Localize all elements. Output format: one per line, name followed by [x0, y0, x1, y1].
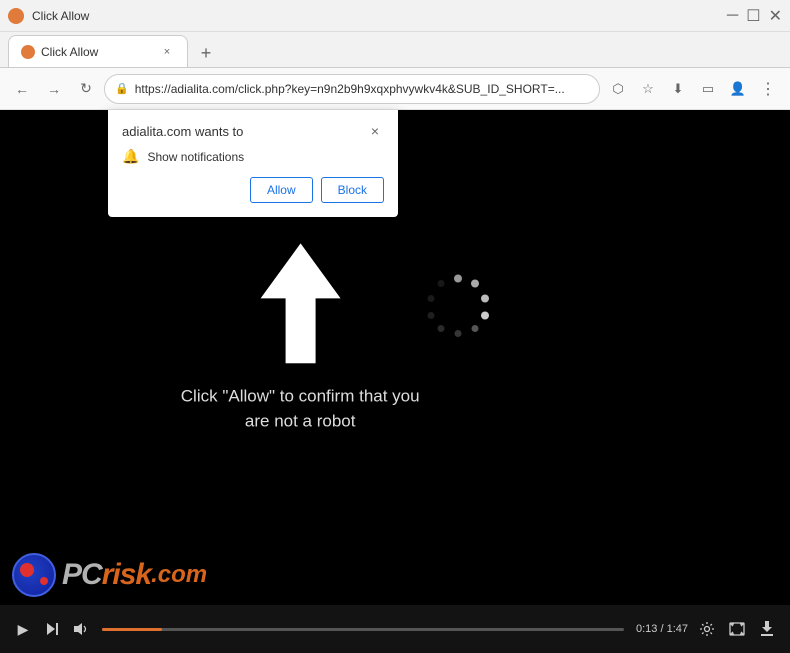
tab-close-button[interactable]: ×: [159, 44, 175, 60]
loading-spinner: [423, 271, 493, 346]
up-arrow-icon: [260, 243, 340, 363]
browser-favicon: [8, 8, 24, 24]
back-button[interactable]: ←: [8, 75, 36, 103]
toolbar-actions: ⬡ ☆ ⬇ ▭ 👤 ⋮: [604, 75, 782, 103]
active-tab[interactable]: Click Allow ×: [8, 35, 188, 67]
logo-pc-text: PC: [62, 558, 102, 592]
bell-icon: 🔔: [122, 148, 139, 165]
progress-bar[interactable]: [102, 628, 624, 631]
logo-risk-text: risk: [102, 558, 151, 592]
popup-title: adialita.com wants to: [122, 124, 243, 139]
title-bar: Click Allow ─ ☐ ✕: [0, 0, 790, 32]
bookmark-button[interactable]: ☆: [634, 75, 662, 103]
close-button[interactable]: ✕: [769, 6, 782, 26]
new-tab-button[interactable]: +: [192, 39, 220, 67]
watermark: PC risk .com: [0, 553, 790, 597]
reload-button[interactable]: ↻: [72, 75, 100, 103]
share-button[interactable]: ⬡: [604, 75, 632, 103]
popup-notification-text: Show notifications: [147, 150, 244, 164]
restore-button[interactable]: ☐: [746, 6, 760, 26]
lock-icon: 🔒: [115, 82, 129, 95]
settings-button[interactable]: [696, 618, 718, 640]
progress-filled: [102, 628, 162, 631]
popup-header: adialita.com wants to ×: [122, 122, 384, 140]
center-content: Click "Allow" to confirm that you are no…: [181, 243, 420, 434]
block-button[interactable]: Block: [321, 177, 384, 203]
popup-notification-row: 🔔 Show notifications: [122, 148, 384, 165]
notification-popup: adialita.com wants to × 🔔 Show notificat…: [108, 110, 398, 217]
logo-text: PC risk .com: [62, 558, 207, 592]
logo-circle-icon: [12, 553, 56, 597]
volume-button[interactable]: [72, 618, 94, 640]
tab-label: Click Allow: [41, 45, 98, 59]
title-bar-title: Click Allow: [32, 9, 89, 23]
popup-close-button[interactable]: ×: [366, 122, 384, 140]
logo-com-text: .com: [151, 561, 207, 589]
url-text: https://adialita.com/click.php?key=n9n2b…: [135, 82, 589, 96]
menu-button[interactable]: ⋮: [754, 75, 782, 103]
minimize-button[interactable]: ─: [727, 7, 738, 25]
instruction-line1: Click "Allow" to confirm that you: [181, 383, 420, 409]
tab-favicon: [21, 45, 35, 59]
watermark-logo: PC risk .com: [12, 553, 207, 597]
video-controls: ▶ 0:13 / 1:47: [0, 605, 790, 653]
forward-button[interactable]: →: [40, 75, 68, 103]
right-controls: [696, 618, 778, 640]
profile-button[interactable]: 👤: [724, 75, 752, 103]
popup-buttons: Allow Block: [122, 177, 384, 203]
content-area: adialita.com wants to × 🔔 Show notificat…: [0, 110, 790, 653]
fullscreen-button[interactable]: [726, 618, 748, 640]
play-button[interactable]: ▶: [12, 618, 34, 640]
address-bar[interactable]: 🔒 https://adialita.com/click.php?key=n9n…: [104, 74, 600, 104]
video-download-button[interactable]: [756, 618, 778, 640]
download-button[interactable]: ⬇: [664, 75, 692, 103]
allow-button[interactable]: Allow: [250, 177, 313, 203]
cast-button[interactable]: ▭: [694, 75, 722, 103]
toolbar: ← → ↻ 🔒 https://adialita.com/click.php?k…: [0, 68, 790, 110]
instruction-line2: are not a robot: [181, 408, 420, 434]
next-button[interactable]: [42, 618, 64, 640]
time-display: 0:13 / 1:47: [636, 623, 688, 635]
tab-strip: Click Allow × +: [0, 32, 790, 68]
